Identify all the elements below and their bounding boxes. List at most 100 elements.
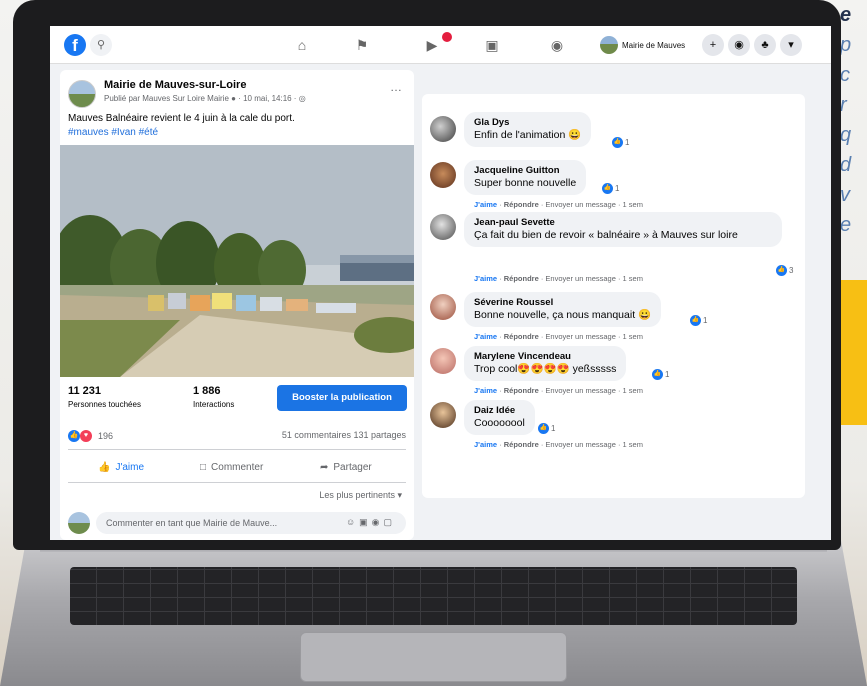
avatar[interactable] [430,162,456,188]
comment-like-link[interactable]: J'aime [474,200,497,209]
comment-author[interactable]: Séverine Roussel [474,297,651,308]
like-button[interactable]: 👍 J'aime [98,456,144,478]
comment-actions: J'aime · Répondre · Envoyer un message ·… [474,274,643,283]
comment-author[interactable]: Marylene Vincendeau [474,351,616,362]
comment-label: Commenter [211,461,264,473]
divider [68,449,406,450]
home-icon[interactable]: ⌂ [292,36,312,54]
reach-label: Personnes touchées [68,400,141,409]
like-reaction-icon: 👍 [602,183,613,194]
like-reaction-icon: 👍 [776,265,787,276]
comment-button[interactable]: □ Commenter [200,456,263,478]
comment-bubble: Jean-paul Sevette Ça fait du bien de rev… [464,212,782,247]
thumbs-up-icon: 👍 [98,461,111,473]
marketplace-icon[interactable]: ▣ [482,36,502,54]
groups-icon[interactable]: ◉ [547,36,567,54]
avatar[interactable] [430,348,456,374]
reaction-count: 3 [789,266,794,275]
comment-reply-link[interactable]: Répondre [504,440,539,449]
side-text-line: d [840,154,852,176]
comment-reply-link[interactable]: Répondre [504,386,539,395]
more-options-icon[interactable]: … [390,80,402,94]
avatar[interactable] [430,294,456,320]
comment-action-meta: · Envoyer un message · 1 sem [540,332,643,341]
share-button[interactable]: ➦ Partager [320,456,372,478]
facebook-logo-icon[interactable]: f [64,34,86,56]
comments-panel: Gla Dys Enfin de l'animation 😀 👍 1 Jacqu… [422,94,805,498]
comment-reactions[interactable]: 👍 1 [536,422,558,435]
comment-reactions[interactable]: 👍 1 [610,136,632,149]
comment-sort-dropdown[interactable]: Les plus pertinents ▾ [319,490,402,501]
comment-reactions[interactable]: 👍 1 [650,368,672,381]
composer-avatar [68,512,90,534]
flag-icon[interactable]: ⚑ [352,36,372,54]
comment-text: Trop cool😍😍😍😍 yeßsssss [474,363,617,375]
comment-actions: J'aime · Répondre · Envoyer un message ·… [474,332,643,341]
page-name: Mairie de Mauves [622,40,686,50]
create-plus-icon[interactable]: + [702,34,724,56]
comment-like-link[interactable]: J'aime [474,332,497,341]
avatar[interactable] [430,402,456,428]
share-label: Partager [333,461,372,473]
reaction-count: 1 [625,138,630,147]
comment-action-meta: · Envoyer un message · 1 sem [540,440,643,449]
comment-like-link[interactable]: J'aime [474,440,497,449]
comment-reactions[interactable]: 👍 1 [688,314,710,327]
reactions-count: 196 [98,431,114,441]
comment-bubble: Marylene Vincendeau Trop cool😍😍😍😍 yeßsss… [464,346,627,381]
reaction-count: 1 [615,184,620,193]
side-text-line: q [840,124,852,146]
facebook-screen: f ⚲ ⌂ ⚑ ▶ ▣ ◉ Mairie de Mauves + ◉ ♣ ▾ M… [50,26,831,540]
boost-post-button[interactable]: Booster la publication [277,385,407,411]
avatar[interactable] [430,116,456,142]
like-reaction-icon: 👍 [652,369,663,380]
comment-reactions[interactable]: 👍 1 [600,182,622,195]
interactions-label: Interactions [193,400,235,409]
notifications-bell-icon[interactable]: ♣ [754,34,776,56]
comment-reply-link[interactable]: Répondre [504,200,539,209]
comment-reply-link[interactable]: Répondre [504,332,539,341]
like-reaction-icon: 👍 [538,423,549,434]
post-photo[interactable] [60,145,414,377]
composer-emoji-icons[interactable]: ☺▣◉▢ [346,517,396,528]
comment-bubble: Jacqueline Guitton Super bonne nouvelle [464,160,587,195]
comment-actions: J'aime · Répondre · Envoyer un message ·… [474,440,643,449]
comment-like-link[interactable]: J'aime [474,386,497,395]
post-author-avatar[interactable] [68,80,96,108]
messenger-icon[interactable]: ◉ [728,34,750,56]
comment-reactions[interactable]: 👍 3 [774,264,796,277]
comments-shares-count[interactable]: 51 commentaires 131 partages [282,430,406,440]
video-icon[interactable]: ▶ [422,36,442,54]
share-arrow-icon: ➦ [320,461,329,473]
notification-badge [442,32,452,42]
laptop-screen-bezel: f ⚲ ⌂ ⚑ ▶ ▣ ◉ Mairie de Mauves + ◉ ♣ ▾ M… [13,0,841,550]
post-author-name[interactable]: Mairie de Mauves-sur-Loire [104,79,246,91]
like-reaction-icon: 👍 [690,315,701,326]
post-meta: Publié par Mauves Sur Loire Mairie ● · 1… [104,94,306,103]
comment-author[interactable]: Gla Dys [474,117,581,128]
like-reaction-icon: 👍 [68,430,80,442]
search-icon[interactable]: ⚲ [90,34,112,56]
side-text-line: e [840,214,852,236]
comment-text: Ça fait du bien de revoir « balnéaire » … [474,229,738,241]
laptop-keyboard [70,567,797,625]
reactions-summary[interactable]: 👍 ♥ 196 [68,430,113,442]
comment-text: Coooooool [474,417,525,429]
side-text-line: r [840,94,847,116]
comment-reply-link[interactable]: Répondre [504,274,539,283]
comment-author[interactable]: Daiz Idée [474,405,525,416]
love-reaction-icon: ♥ [80,430,92,442]
avatar[interactable] [430,214,456,240]
laptop-trackpad [300,632,567,682]
page-profile-chip[interactable]: Mairie de Mauves [600,34,685,56]
comment-text: Bonne nouvelle, ça nous manquait 😀 [474,309,652,321]
comment-like-link[interactable]: J'aime [474,274,497,283]
like-label: J'aime [115,461,145,473]
reaction-count: 1 [665,370,670,379]
post-hashtags[interactable]: #mauves #Ivan #été [68,127,158,138]
comment-author[interactable]: Jean-paul Sevette [474,217,772,228]
account-menu-chevron-icon[interactable]: ▾ [780,34,802,56]
comment-author[interactable]: Jacqueline Guitton [474,165,576,176]
cropped-side-text: e p c r q d v e [840,0,867,270]
side-text-line: v [840,184,850,206]
